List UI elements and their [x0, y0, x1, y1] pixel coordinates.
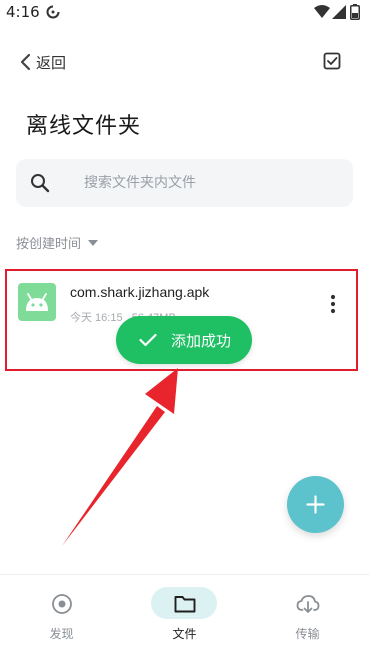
status-bar: 4:16	[0, 0, 369, 26]
android-icon	[18, 283, 56, 321]
file-name: com.shark.jizhang.apk	[70, 284, 210, 300]
tab-files-label: 文件	[172, 627, 197, 641]
cloud-download-icon	[296, 595, 320, 613]
check-icon	[139, 333, 157, 347]
back-button[interactable]: 返回	[20, 50, 66, 74]
back-label: 返回	[36, 53, 67, 72]
bottom-nav: 发现 文件 传输	[0, 574, 369, 656]
signal-icon	[332, 5, 346, 19]
chevron-left-icon	[20, 53, 31, 71]
folder-icon	[174, 596, 196, 613]
tab-transfer-label: 传输	[295, 627, 320, 641]
success-toast: 添加成功	[116, 316, 252, 364]
discover-icon	[52, 594, 72, 614]
page-title: 离线文件夹	[26, 114, 142, 139]
sort-label: 按创建时间	[16, 237, 82, 252]
status-time: 4:16	[6, 3, 40, 21]
add-button[interactable]	[287, 476, 344, 533]
more-vertical-icon[interactable]	[326, 293, 340, 315]
tab-transfer[interactable]: 传输	[246, 575, 369, 656]
battery-icon	[350, 4, 360, 20]
search-input[interactable]	[84, 159, 344, 207]
tab-files[interactable]: 文件	[123, 575, 246, 656]
tab-discover-label: 发现	[49, 627, 74, 641]
search-bar[interactable]	[16, 159, 353, 207]
wifi-icon	[314, 5, 330, 18]
search-icon	[31, 174, 50, 193]
tab-discover[interactable]: 发现	[0, 575, 123, 656]
toast-text: 添加成功	[171, 331, 232, 350]
checkbox-icon[interactable]	[322, 51, 342, 71]
caret-down-icon	[88, 239, 99, 246]
plus-icon	[306, 495, 325, 514]
sort-dropdown[interactable]: 按创建时间	[16, 233, 99, 252]
sync-icon	[46, 5, 60, 19]
file-date: 今天 16:15	[70, 312, 123, 324]
